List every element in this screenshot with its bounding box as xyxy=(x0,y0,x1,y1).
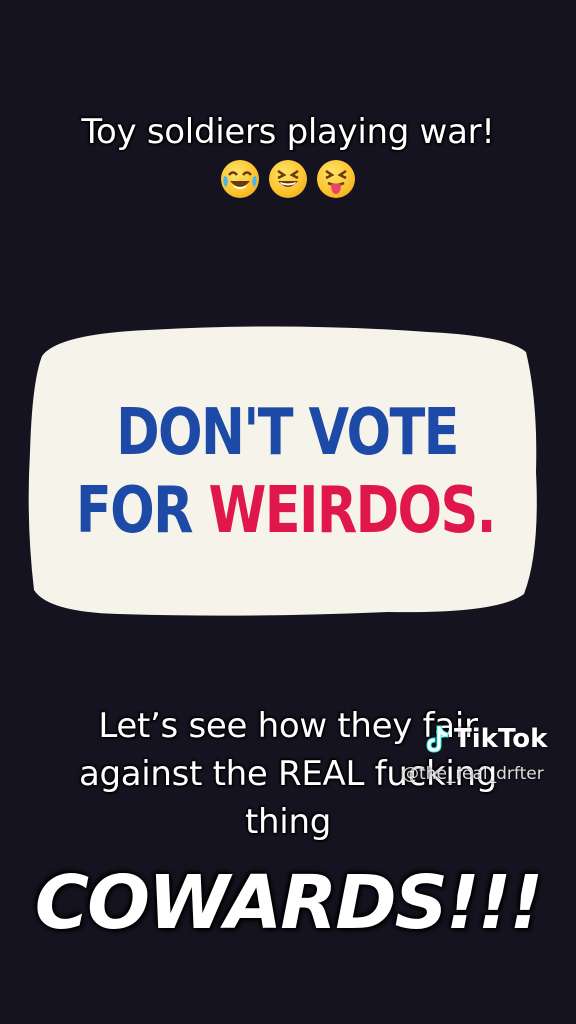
face-with-tears-of-joy-icon xyxy=(221,160,259,198)
tiktok-handle: @the_real_drfter xyxy=(402,764,544,784)
grinning-squinting-face-icon xyxy=(269,160,307,198)
sign-line-dont-vote: DON'T VOTE xyxy=(116,396,459,470)
squinting-face-with-tongue-icon xyxy=(317,160,355,198)
sign-word-for: FOR xyxy=(75,474,209,548)
tiktok-note-icon xyxy=(426,725,449,753)
tiktok-watermark: TikTok xyxy=(424,722,547,756)
bottom-caption-line3: thing xyxy=(245,802,331,842)
top-caption: Toy soldiers playing war! xyxy=(0,108,576,198)
top-caption-text: Toy soldiers playing war! xyxy=(81,112,495,152)
tiktok-brand-text: TikTok xyxy=(454,724,548,754)
sign-line-for-weirdos: FOR WEIRDOS. xyxy=(75,474,497,548)
dont-vote-for-weirdos-sign: DON'T VOTE FOR WEIRDOS. xyxy=(28,322,538,618)
emoji-row xyxy=(0,160,576,198)
sign-word-weirdos: WEIRDOS. xyxy=(208,474,496,548)
cowards-headline: COWARDS!!! xyxy=(34,860,543,946)
sign-background xyxy=(28,326,537,616)
